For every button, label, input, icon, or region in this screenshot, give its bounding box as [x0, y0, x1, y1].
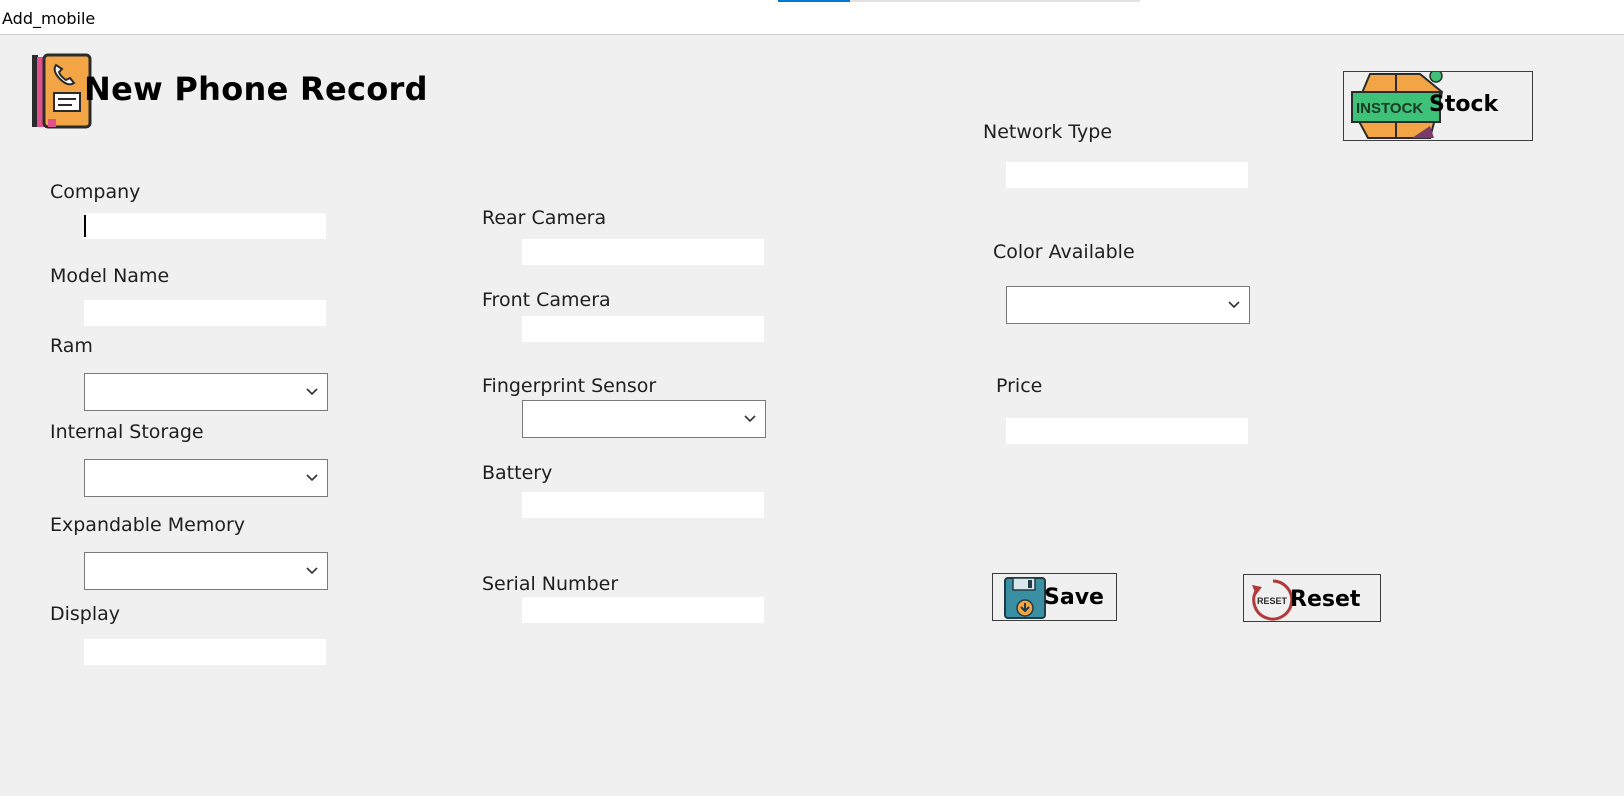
chevron-down-icon	[1228, 301, 1240, 309]
front-camera-label: Front Camera	[482, 289, 611, 311]
front-camera-field[interactable]	[522, 316, 764, 342]
tab-indicator	[778, 0, 850, 2]
text-caret	[84, 215, 86, 237]
fingerprint-sensor-dropdown[interactable]	[522, 400, 766, 438]
reset-icon-text: RESET	[1257, 596, 1288, 606]
window-title: Add_mobile	[2, 9, 96, 28]
network-type-label: Network Type	[983, 121, 1113, 143]
reset-button[interactable]: RESET Reset	[1243, 574, 1381, 622]
in-stock-icon-text: INSTOCK	[1356, 100, 1423, 117]
price-label: Price	[996, 375, 1043, 397]
page-title: New Phone Record	[84, 70, 428, 108]
reset-button-label: Reset	[1290, 587, 1361, 612]
ram-dropdown[interactable]	[84, 373, 328, 411]
network-type-field[interactable]	[1006, 162, 1248, 188]
color-available-dropdown[interactable]	[1006, 286, 1250, 324]
internal-storage-dropdown[interactable]	[84, 459, 328, 497]
serial-number-label: Serial Number	[482, 573, 619, 595]
battery-label: Battery	[482, 462, 553, 484]
company-field[interactable]	[84, 213, 326, 239]
company-label: Company	[50, 181, 141, 203]
expandable-memory-dropdown[interactable]	[84, 552, 328, 590]
save-button[interactable]: Save	[992, 573, 1117, 621]
tab-strip	[850, 0, 1140, 2]
chevron-down-icon	[744, 415, 756, 423]
chevron-down-icon	[306, 474, 318, 482]
color-available-label: Color Available	[993, 241, 1135, 263]
internal-storage-label: Internal Storage	[50, 421, 204, 443]
rear-camera-field[interactable]	[522, 239, 764, 265]
model-name-label: Model Name	[50, 265, 170, 287]
battery-field[interactable]	[522, 492, 764, 518]
stock-button[interactable]: INSTOCK Stock	[1343, 71, 1533, 141]
floppy-disk-icon	[1004, 577, 1046, 619]
price-field[interactable]	[1006, 418, 1248, 444]
stock-button-label: Stock	[1429, 92, 1499, 117]
display-field[interactable]	[84, 639, 326, 665]
expandable-memory-label: Expandable Memory	[50, 514, 246, 536]
ram-label: Ram	[50, 335, 93, 357]
save-button-label: Save	[1044, 585, 1104, 610]
fingerprint-sensor-label: Fingerprint Sensor	[482, 375, 657, 397]
chevron-down-icon	[306, 567, 318, 575]
serial-number-field[interactable]	[522, 597, 764, 623]
title-bar: Add_mobile	[0, 0, 1624, 35]
model-name-field[interactable]	[84, 300, 326, 326]
chevron-down-icon	[306, 388, 318, 396]
display-label: Display	[50, 603, 121, 625]
rear-camera-label: Rear Camera	[482, 207, 607, 229]
